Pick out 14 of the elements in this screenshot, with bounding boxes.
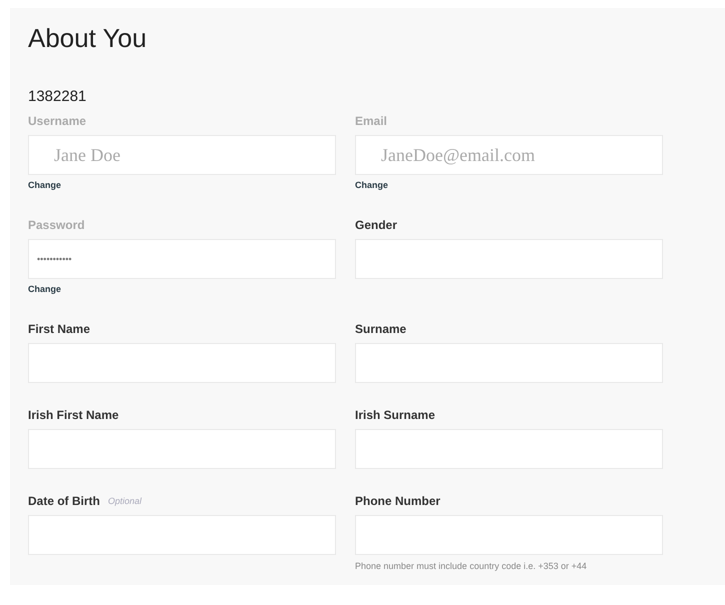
page-title: About You	[28, 22, 148, 54]
field-label: Irish First Name	[28, 408, 119, 422]
optional-note: Optional	[108, 496, 142, 506]
field-label: Surname	[355, 322, 406, 336]
field-label: First Name	[28, 322, 90, 336]
field-label: Gender	[355, 218, 398, 232]
field-label: Username	[28, 114, 86, 128]
field-label: Password	[28, 218, 85, 232]
field-label: Irish Surname	[355, 408, 436, 422]
account-id: 1382281	[28, 88, 88, 106]
field-label: Date of Birth	[28, 494, 100, 508]
field-label: Email	[355, 114, 388, 128]
field-label: Phone Number	[355, 494, 440, 508]
hint-text: Phone number must include country code i.e. +353 or +44	[355, 560, 588, 572]
